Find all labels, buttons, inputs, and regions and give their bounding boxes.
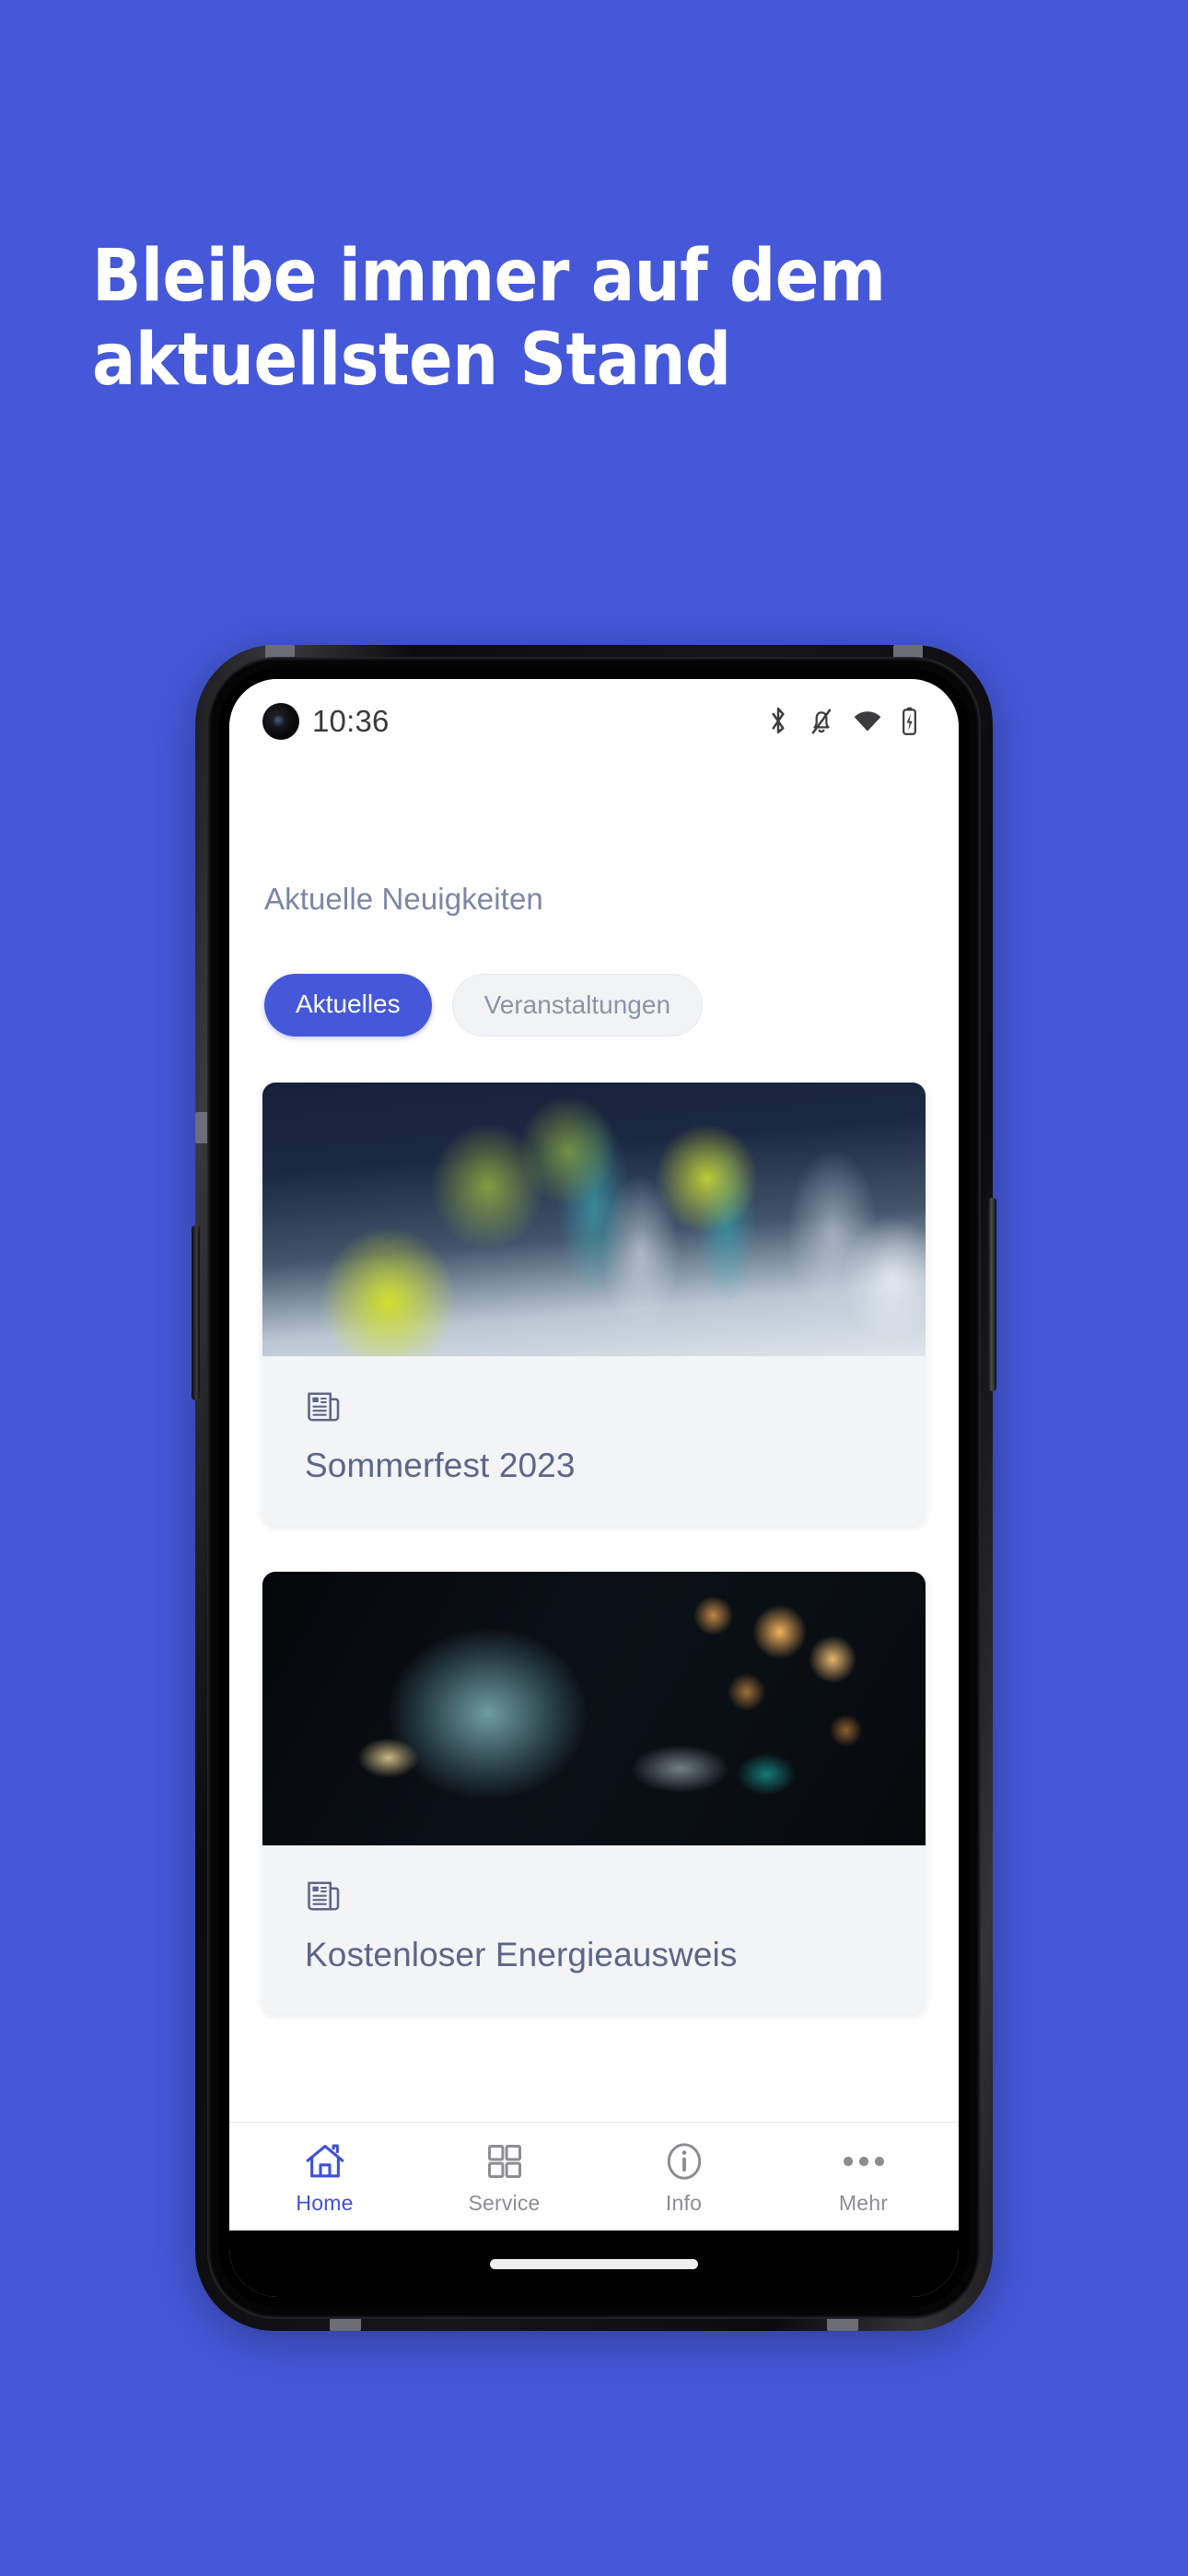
status-bar: 10:36	[229, 679, 959, 764]
news-card-body: Kostenloser Energieausweis	[262, 1845, 926, 2015]
nav-label: Home	[296, 2191, 354, 2215]
status-bar-left: 10:36	[262, 703, 390, 740]
home-icon	[305, 2141, 345, 2182]
nav-label: Info	[665, 2191, 703, 2215]
page-title: Aktuelle Neuigkeiten	[264, 882, 543, 916]
nav-item-mehr[interactable]: Mehr	[774, 2123, 953, 2231]
tab-veranstaltungen[interactable]: Veranstaltungen	[451, 974, 704, 1036]
nav-item-home[interactable]: Home	[235, 2123, 414, 2231]
news-card-sommerfest[interactable]: Sommerfest 2023	[262, 1083, 926, 1526]
news-card-image-table-setting	[262, 1083, 926, 1356]
news-card-image-lightbulb	[262, 1571, 926, 1845]
status-bar-time: 10:36	[312, 704, 390, 738]
bottom-navigation: Home Service Info Mehr	[229, 2122, 959, 2231]
bluetooth-icon	[766, 707, 790, 736]
home-indicator[interactable]	[490, 2258, 698, 2269]
gesture-bar	[229, 2231, 959, 2297]
news-card-title: Sommerfest 2023	[305, 1446, 576, 1484]
ellipsis-icon	[842, 2141, 886, 2182]
nav-label: Mehr	[838, 2191, 889, 2215]
news-card-body: Sommerfest 2023	[262, 1356, 926, 1526]
tab-aktuelles[interactable]: Aktuelles	[264, 974, 432, 1036]
news-card-energieausweis[interactable]: Kostenloser Energieausweis	[262, 1571, 926, 2015]
front-camera-punch-hole	[262, 703, 299, 740]
phone-mockup: 10:36 Aktuelle Neuigkeiten Aktuelles Ver…	[192, 645, 996, 2331]
nav-label: Service	[468, 2191, 541, 2215]
wifi-icon	[853, 709, 882, 733]
news-feed: Aktuelle Neuigkeiten Aktuelles Veranstal…	[229, 764, 959, 2122]
newspaper-icon	[305, 1388, 883, 1431]
promo-headline: Bleibe immer auf dem aktuellsten Stand	[92, 235, 886, 403]
volume-button[interactable]	[192, 1225, 200, 1400]
grid-icon	[485, 2141, 524, 2182]
notifications-muted-icon	[809, 707, 834, 736]
nav-item-info[interactable]: Info	[594, 2123, 774, 2231]
phone-screen: 10:36 Aktuelle Neuigkeiten Aktuelles Ver…	[229, 679, 959, 2297]
info-circle-icon	[665, 2141, 704, 2182]
power-button[interactable]	[988, 1198, 996, 1391]
feed-filter-tabs: Aktuelles Veranstaltungen	[262, 974, 926, 1036]
promo-screenshot: Bleibe immer auf dem aktuellsten Stand 1…	[0, 0, 1188, 2576]
news-card-title: Kostenloser Energieausweis	[305, 1935, 738, 1973]
newspaper-icon	[305, 1877, 883, 1920]
battery-charging-icon	[901, 707, 918, 736]
nav-item-service[interactable]: Service	[414, 2123, 594, 2231]
status-bar-right	[766, 707, 918, 736]
